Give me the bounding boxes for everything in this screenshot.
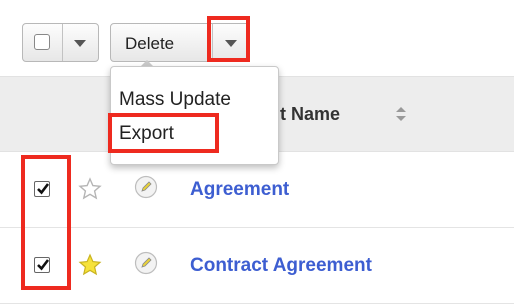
menu-item-export[interactable]: Export bbox=[119, 123, 174, 145]
table-row: Contract Agreement bbox=[0, 228, 514, 304]
checkmark-icon bbox=[37, 183, 50, 195]
checkmark-icon bbox=[37, 259, 50, 271]
favorite-star-icon[interactable] bbox=[78, 177, 102, 201]
chevron-down-icon[interactable] bbox=[225, 40, 237, 47]
divider bbox=[62, 24, 63, 61]
row-checkbox[interactable] bbox=[34, 181, 50, 197]
select-all-checkbox[interactable] bbox=[34, 34, 50, 50]
chevron-down-icon[interactable] bbox=[74, 40, 86, 47]
favorite-star-icon[interactable] bbox=[78, 253, 102, 277]
record-name-link[interactable]: Contract Agreement bbox=[190, 255, 372, 277]
edit-pencil-icon[interactable] bbox=[134, 251, 158, 275]
row-checkbox[interactable] bbox=[34, 257, 50, 273]
toolbar: Delete bbox=[0, 0, 514, 76]
edit-pencil-icon[interactable] bbox=[134, 175, 158, 199]
menu-item-mass-update[interactable]: Mass Update bbox=[119, 89, 231, 111]
divider bbox=[212, 24, 213, 61]
record-name-link[interactable]: Agreement bbox=[190, 179, 289, 201]
sort-icon[interactable] bbox=[395, 106, 407, 122]
select-all-dropdown[interactable] bbox=[22, 23, 99, 62]
delete-button-group[interactable]: Delete bbox=[110, 23, 250, 62]
delete-button[interactable]: Delete bbox=[125, 34, 174, 54]
actions-dropdown-menu: Mass Update Export bbox=[110, 66, 279, 165]
